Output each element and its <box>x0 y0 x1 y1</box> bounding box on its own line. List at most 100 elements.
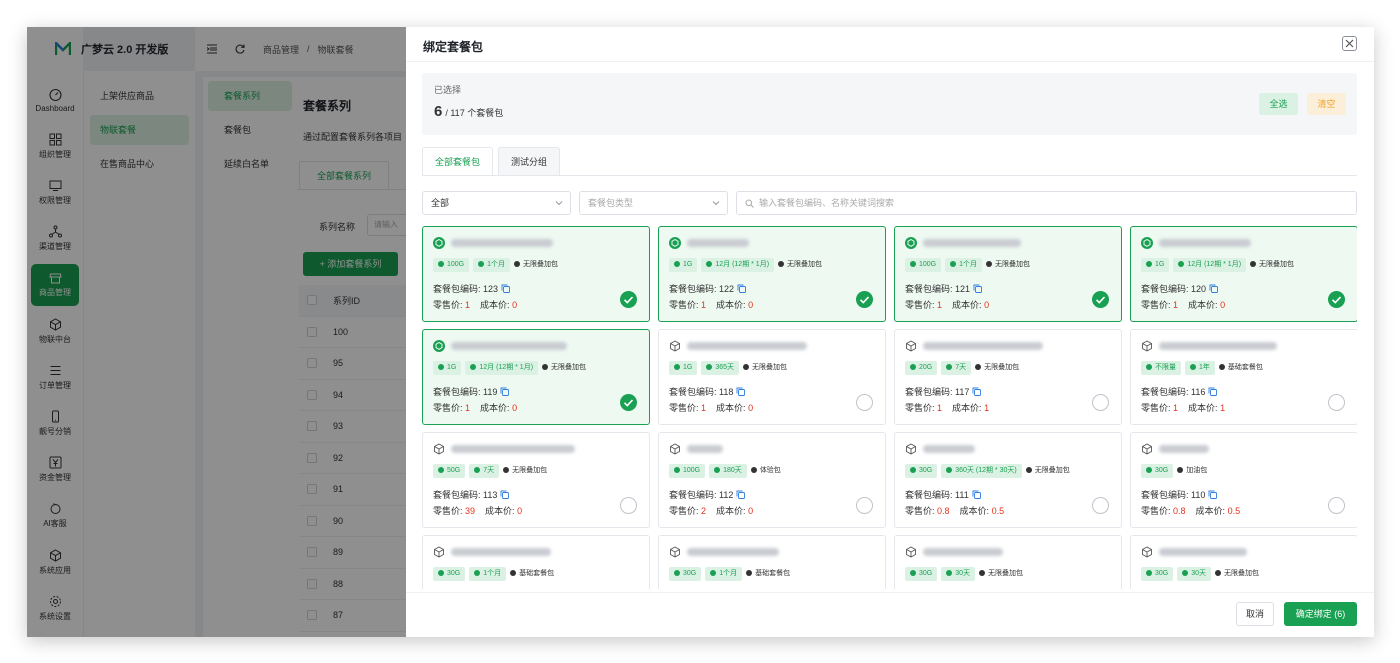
retail-value: 0.8 <box>937 506 950 516</box>
tab-all-packages[interactable]: 全部套餐包 <box>422 147 494 175</box>
copy-icon[interactable] <box>973 284 983 293</box>
kind-value: 无限叠加包 <box>1224 570 1260 577</box>
package-card[interactable]: 30G 30天 无限叠加包 <box>1130 535 1357 589</box>
copy-icon[interactable] <box>736 490 746 499</box>
close-button[interactable] <box>1342 36 1357 51</box>
package-card[interactable]: 30G 加油包 套餐包编码: 110 零售价: 0.8 成本价: 0.5 <box>1130 432 1357 528</box>
code-value: 113 <box>483 489 498 500</box>
unselected-radio[interactable] <box>1328 497 1345 514</box>
package-code: 套餐包编码: 120 <box>1141 282 1219 295</box>
copy-icon[interactable] <box>1209 284 1219 293</box>
package-code: 套餐包编码: 110 <box>1141 488 1218 501</box>
package-card[interactable]: 1G 365天 无限叠加包 套餐包编码: 118 零售价: 1 成本价: 0 <box>658 329 886 425</box>
redacted-name <box>687 445 723 453</box>
package-card[interactable]: 30G 30天 无限叠加包 <box>894 535 1122 589</box>
copy-icon[interactable] <box>972 387 982 396</box>
package-tags: 1G 12月 (12期 * 1月) 无限叠加包 <box>433 361 591 375</box>
package-card[interactable]: 100G 1个月 无限叠加包 套餐包编码: 121 零售价: 1 成本价: 0 <box>894 226 1122 322</box>
code-label: 套餐包编码: <box>905 284 953 294</box>
unselected-radio[interactable] <box>1328 394 1345 411</box>
data-tag: 1G <box>433 361 462 375</box>
copy-icon[interactable] <box>736 387 746 396</box>
copy-icon[interactable] <box>737 284 747 293</box>
package-tags: 30G 30天 无限叠加包 <box>905 567 1028 581</box>
package-card[interactable]: 不限量 1年 基础套餐包 套餐包编码: 116 零售价: 1 成本价: 1 <box>1130 329 1357 425</box>
retail-value: 2 <box>701 506 707 516</box>
clock-icon <box>946 364 953 371</box>
package-card[interactable]: 1G 12月 (12期 * 1月) 无限叠加包 套餐包编码: 120 零售价: 1 成本价… <box>1130 226 1357 322</box>
chevron-down-icon <box>712 201 720 206</box>
retail-value: 1 <box>1173 403 1179 413</box>
modal-mask[interactable] <box>27 27 406 637</box>
package-tags: 50G 7天 无限叠加包 <box>433 464 552 478</box>
unselected-radio[interactable] <box>620 497 637 514</box>
selected-check[interactable] <box>620 394 637 411</box>
package-card[interactable]: 30G 1个月 基础套餐包 <box>658 535 886 589</box>
package-type-select[interactable]: 套餐包类型 <box>579 191 728 215</box>
kind-tag: 无限叠加包 <box>975 361 1024 375</box>
cost-label: 成本价: <box>959 506 990 516</box>
clock-icon <box>946 570 953 577</box>
package-cube-icon <box>669 237 681 249</box>
clock-icon <box>710 570 717 577</box>
clock-icon <box>474 570 481 577</box>
select-all-button[interactable]: 全选 <box>1259 93 1298 115</box>
bind-package-drawer: 绑定套餐包 已选择 6/ 117 个套餐包 全选 清空 全部套餐包 测试分组 全… <box>406 27 1374 637</box>
copy-icon[interactable] <box>972 490 981 499</box>
cancel-button[interactable]: 取消 <box>1236 602 1274 626</box>
package-price: 零售价: 1 成本价: 0 <box>669 298 753 311</box>
package-tags: 100G 1个月 无限叠加包 <box>433 258 563 272</box>
code-value: 117 <box>955 386 970 397</box>
cost-label: 成本价: <box>1195 506 1226 516</box>
retail-label: 零售价: <box>669 300 699 310</box>
package-card[interactable]: 100G 180天 体验包 套餐包编码: 112 零售价: 2 成本价: 0 <box>658 432 886 528</box>
unselected-radio[interactable] <box>856 394 873 411</box>
data-value: 30G <box>919 570 933 577</box>
package-card[interactable]: 100G 1个月 无限叠加包 套餐包编码: 123 零售价: 1 成本价: 0 <box>422 226 650 322</box>
flame-icon <box>1146 467 1152 474</box>
package-card[interactable]: 50G 7天 无限叠加包 套餐包编码: 113 零售价: 39 成本价: 0 <box>422 432 650 528</box>
unselected-radio[interactable] <box>856 497 873 514</box>
redacted-name <box>687 239 749 247</box>
copy-icon[interactable] <box>1208 490 1218 499</box>
copy-icon[interactable] <box>500 490 510 499</box>
copy-icon[interactable] <box>501 284 511 293</box>
copy-icon[interactable] <box>1208 387 1218 396</box>
package-card[interactable]: 1G 12月 (12期 * 1月) 无限叠加包 套餐包编码: 122 零售价: 1 成本价… <box>658 226 886 322</box>
clear-button[interactable]: 清空 <box>1307 93 1346 115</box>
retail-label: 零售价: <box>433 403 463 413</box>
package-tags: 30G 1个月 基础套餐包 <box>669 567 795 581</box>
period-tag: 1年 <box>1185 361 1215 375</box>
unselected-radio[interactable] <box>1092 497 1109 514</box>
tab-test-group[interactable]: 测试分组 <box>498 147 561 175</box>
info-icon <box>1250 261 1257 268</box>
flame-icon <box>438 467 444 474</box>
period-tag: 7天 <box>941 361 972 375</box>
package-card[interactable]: 30G 360天 (12期 * 30天) 无限叠加包 套餐包编码: 111 零售价: 0… <box>894 432 1122 528</box>
package-name <box>433 340 567 352</box>
package-card[interactable]: 1G 12月 (12期 * 1月) 无限叠加包 套餐包编码: 119 零售价: 1 成本价… <box>422 329 650 425</box>
selected-check[interactable] <box>856 291 873 308</box>
code-label: 套餐包编码: <box>433 284 481 294</box>
confirm-bind-button[interactable]: 确定绑定 (6) <box>1284 602 1357 626</box>
info-icon <box>746 570 753 577</box>
unselected-radio[interactable] <box>1092 394 1109 411</box>
package-card[interactable]: 20G 7天 无限叠加包 套餐包编码: 117 零售价: 1 成本价: 1 <box>894 329 1122 425</box>
package-cube-icon <box>1142 443 1152 455</box>
selected-check[interactable] <box>1092 291 1109 308</box>
flame-icon <box>438 364 444 371</box>
data-value: 50G <box>447 467 461 474</box>
info-icon <box>503 467 510 474</box>
package-tags: 30G 30天 无限叠加包 <box>1141 567 1264 581</box>
package-card[interactable]: 30G 1个月 基础套餐包 <box>422 535 650 589</box>
selected-check[interactable] <box>1328 291 1345 308</box>
package-code: 套餐包编码: 123 <box>433 282 511 295</box>
code-label: 套餐包编码: <box>1141 284 1189 294</box>
copy-icon[interactable] <box>500 387 510 396</box>
package-price: 零售价: 1 成本价: 0 <box>1141 298 1225 311</box>
retail-label: 零售价: <box>1141 506 1171 516</box>
package-name <box>433 237 553 249</box>
package-search-input[interactable]: 输入套餐包编码、名称关键词搜索 <box>736 191 1357 215</box>
group-select[interactable]: 全部 <box>422 191 571 215</box>
selected-check[interactable] <box>620 291 637 308</box>
